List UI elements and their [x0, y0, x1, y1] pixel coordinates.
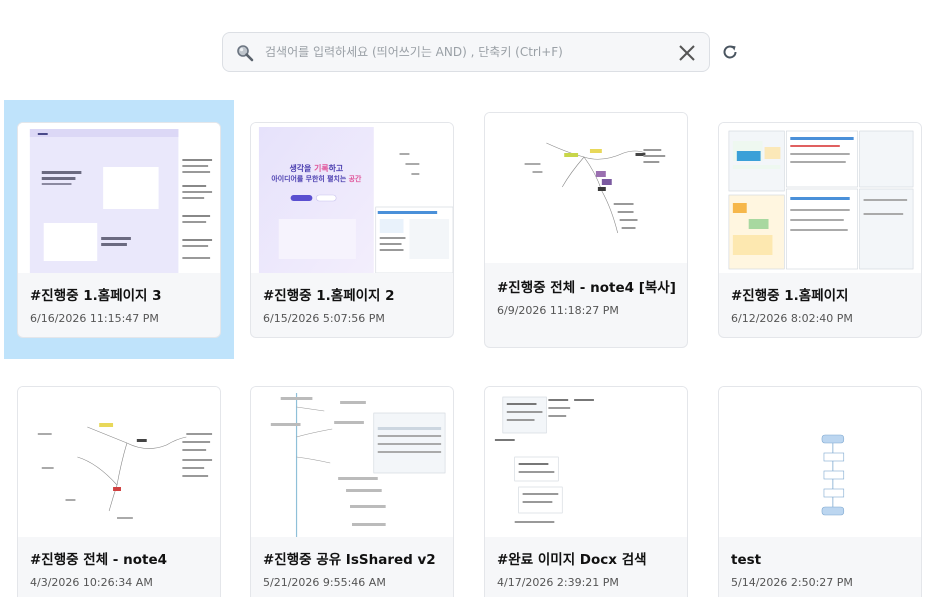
card-title: #진행중 전체 - note4 [복사]	[497, 280, 676, 296]
card-date: 6/12/2026 8:02:40 PM	[731, 312, 853, 325]
magnifier-icon	[236, 44, 254, 62]
search-input[interactable]	[265, 41, 665, 63]
card-date: 6/15/2026 5:07:56 PM	[263, 312, 385, 325]
note-card[interactable]: #완료 이미지 Docx 검색 4/17/2026 2:39:21 PM	[484, 386, 688, 597]
card-date: 6/16/2026 11:15:47 PM	[30, 312, 159, 325]
card-thumbnail	[18, 387, 220, 537]
card-date: 4/17/2026 2:39:21 PM	[497, 576, 619, 589]
card-thumbnail	[18, 123, 220, 273]
close-icon[interactable]	[677, 43, 697, 63]
card-thumbnail	[719, 387, 921, 537]
note-card[interactable]: #진행중 공유 IsShared v2 5/21/2026 9:55:46 AM	[250, 386, 454, 597]
card-thumbnail	[251, 387, 453, 537]
card-thumbnail	[485, 113, 687, 263]
card-title: #진행중 1.홈페이지 2	[263, 288, 395, 304]
card-date: 4/3/2026 10:26:34 AM	[30, 576, 153, 589]
card-thumbnail	[485, 387, 687, 537]
card-date: 5/14/2026 2:50:27 PM	[731, 576, 853, 589]
svg-text:생각을 기록하고: 생각을 기록하고	[289, 163, 343, 173]
note-card[interactable]: 생각을 기록하고 아이디어를 무한히 펼치는 공간 #진행중 1.홈페이지 2 …	[250, 122, 454, 338]
card-title: #진행중 1.홈페이지	[731, 288, 849, 304]
card-thumbnail: 생각을 기록하고 아이디어를 무한히 펼치는 공간	[251, 123, 453, 273]
note-card[interactable]: test 5/14/2026 2:50:27 PM	[718, 386, 922, 597]
card-thumbnail	[719, 123, 921, 273]
refresh-icon[interactable]	[721, 43, 739, 61]
svg-text:아이디어를 무한히 펼치는 공간: 아이디어를 무한히 펼치는 공간	[271, 174, 362, 183]
card-date: 5/21/2026 9:55:46 AM	[263, 576, 386, 589]
card-title: #완료 이미지 Docx 검색	[497, 552, 647, 568]
note-card[interactable]: #진행중 전체 - note4 4/3/2026 10:26:34 AM	[17, 386, 221, 597]
card-title: test	[731, 552, 762, 568]
search-bar	[222, 32, 710, 72]
note-card[interactable]: #진행중 전체 - note4 [복사] 6/9/2026 11:18:27 P…	[484, 112, 688, 348]
note-card[interactable]: #진행중 1.홈페이지 3 6/16/2026 11:15:47 PM	[17, 122, 221, 338]
card-title: #진행중 1.홈페이지 3	[30, 288, 162, 304]
card-title: #진행중 전체 - note4	[30, 552, 168, 568]
note-card[interactable]: #진행중 1.홈페이지 6/12/2026 8:02:40 PM	[718, 122, 922, 338]
card-title: #진행중 공유 IsShared v2	[263, 552, 436, 568]
card-date: 6/9/2026 11:18:27 PM	[497, 304, 619, 317]
